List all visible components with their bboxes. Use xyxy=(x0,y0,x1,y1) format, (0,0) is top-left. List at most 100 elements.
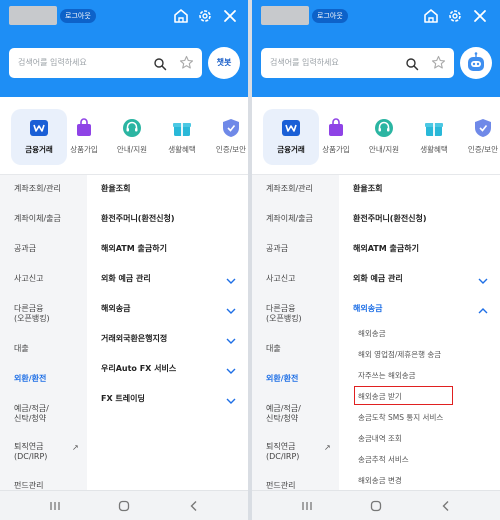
recent-apps-icon[interactable] xyxy=(300,499,314,513)
left-menu: 계좌조회/관리 계좌이체/출금 공과금 사고신고 다른금융 (오픈뱅킹) 대출 … xyxy=(252,175,339,490)
left-menu-item[interactable]: 다른금융 (오픈뱅킹) xyxy=(14,304,50,324)
screen-left: 로그아웃 검색어를 입력하세요 챗봇 금융거래 상품가입 안내/지원 생활혜택 … xyxy=(0,0,248,520)
logout-button[interactable]: 로그아웃 xyxy=(60,9,96,23)
menu-item[interactable]: 거래외국환은행지정 xyxy=(101,333,167,344)
home-icon[interactable] xyxy=(422,7,440,25)
highlight-box xyxy=(354,386,453,405)
gift-icon xyxy=(171,117,193,139)
search-icon[interactable] xyxy=(405,56,419,71)
headset-icon xyxy=(121,117,143,139)
gear-icon[interactable] xyxy=(196,7,214,25)
home-icon[interactable] xyxy=(172,7,190,25)
chevron-down-icon[interactable] xyxy=(478,277,488,285)
chevron-up-icon[interactable] xyxy=(478,307,488,315)
app-header: 로그아웃 검색어를 입력하세요 xyxy=(252,0,500,97)
chevron-down-icon[interactable] xyxy=(226,277,236,285)
submenu-item[interactable]: 해외송금 변경 xyxy=(358,475,402,486)
external-link-icon: ↗ xyxy=(72,443,79,452)
shield-icon xyxy=(220,117,242,139)
back-icon[interactable] xyxy=(187,499,201,513)
menu-item[interactable]: 환율조회 xyxy=(353,183,382,194)
user-name-box xyxy=(9,6,57,25)
left-menu-item[interactable]: 다른금융 (오픈뱅킹) xyxy=(266,304,302,324)
category-label: 인증/보안 xyxy=(467,145,499,154)
left-menu-item[interactable]: 대출 xyxy=(266,344,281,354)
submenu-item[interactable]: 송금도착 SMS 통지 서비스 xyxy=(358,412,443,423)
category-tab[interactable]: 인증/보안 xyxy=(203,109,248,165)
search-placeholder: 검색어를 입력하세요 xyxy=(270,58,339,67)
category-bar: 금융거래 상품가입 안내/지원 생활혜택 인증/보안 xyxy=(0,97,248,175)
star-icon[interactable] xyxy=(431,55,446,70)
close-icon[interactable] xyxy=(471,7,489,25)
menu-item[interactable]: 해외ATM 출금하기 xyxy=(353,243,419,254)
wallet-icon xyxy=(280,117,302,139)
shopping-bag-icon xyxy=(325,117,347,139)
system-nav-bar xyxy=(252,490,500,520)
left-menu-item[interactable]: 계좌이체/출금 xyxy=(266,214,313,224)
left-menu-item[interactable]: 공과금 xyxy=(14,244,36,254)
chatbot-robot-icon[interactable] xyxy=(460,47,492,79)
chatbot-button[interactable]: 챗봇 xyxy=(208,47,240,79)
user-name-box xyxy=(261,6,309,25)
left-menu-item[interactable]: 퇴직연금 (DC/IRP) xyxy=(14,442,47,462)
search-input[interactable]: 검색어를 입력하세요 xyxy=(9,48,202,78)
category-tab[interactable]: 안내/지원 xyxy=(356,109,412,165)
menu-item-expanded[interactable]: 해외송금 xyxy=(353,303,382,314)
menu-item[interactable]: 해외ATM 출금하기 xyxy=(101,243,167,254)
menu-item[interactable]: 외화 예금 관리 xyxy=(101,273,151,284)
left-menu-item[interactable]: 계좌조회/관리 xyxy=(266,184,313,194)
category-label: 인증/보안 xyxy=(215,145,247,154)
chevron-down-icon[interactable] xyxy=(226,337,236,345)
left-menu-item[interactable]: 사고신고 xyxy=(266,274,295,284)
logout-button[interactable]: 로그아웃 xyxy=(312,9,348,23)
left-menu-item[interactable]: 공과금 xyxy=(266,244,288,254)
left-menu-item[interactable]: 사고신고 xyxy=(14,274,43,284)
category-bar: 금융거래 상품가입 안내/지원 생활혜택 인증/보안 xyxy=(252,97,500,175)
left-menu-item[interactable]: 퇴직연금 (DC/IRP) xyxy=(266,442,299,462)
left-menu-item[interactable]: 계좌이체/출금 xyxy=(14,214,61,224)
category-tab[interactable]: 생활혜택 xyxy=(154,109,210,165)
wallet-icon xyxy=(28,117,50,139)
submenu-item[interactable]: 해외 영업점/제휴은행 송금 xyxy=(358,349,441,360)
shopping-bag-icon xyxy=(73,117,95,139)
menu-item[interactable]: 해외송금 xyxy=(101,303,130,314)
gear-icon[interactable] xyxy=(446,7,464,25)
star-icon[interactable] xyxy=(179,55,194,70)
chevron-down-icon[interactable] xyxy=(226,397,236,405)
shield-icon xyxy=(472,117,494,139)
search-placeholder: 검색어를 입력하세요 xyxy=(18,58,87,67)
screen-right: 로그아웃 검색어를 입력하세요 금융거래 상품가입 안내/지원 생활혜택 인증/… xyxy=(252,0,500,520)
submenu-item[interactable]: 송금추적 서비스 xyxy=(358,454,409,465)
external-link-icon: ↗ xyxy=(324,443,331,452)
menu-item[interactable]: FX 트레이딩 xyxy=(101,393,145,404)
home-button-icon[interactable] xyxy=(369,499,383,513)
left-menu-item[interactable]: 예금/적금/ 신탁/청약 xyxy=(266,404,301,424)
category-tab[interactable]: 인증/보안 xyxy=(455,109,500,165)
menu-item[interactable]: 환율조회 xyxy=(101,183,130,194)
category-tab[interactable]: 안내/지원 xyxy=(104,109,160,165)
menu-item[interactable]: 환전주머니(환전신청) xyxy=(353,213,427,224)
system-nav-bar xyxy=(0,490,248,520)
recent-apps-icon[interactable] xyxy=(48,499,62,513)
left-menu-item[interactable]: 예금/적금/ 신탁/청약 xyxy=(14,404,49,424)
home-button-icon[interactable] xyxy=(117,499,131,513)
left-menu-item[interactable]: 대출 xyxy=(14,344,29,354)
left-menu-item-active[interactable]: 외환/환전 xyxy=(14,374,46,384)
category-tab[interactable]: 생활혜택 xyxy=(406,109,462,165)
search-icon[interactable] xyxy=(153,56,167,71)
menu-item[interactable]: 우리Auto FX 서비스 xyxy=(101,363,176,374)
close-icon[interactable] xyxy=(221,7,239,25)
search-input[interactable]: 검색어를 입력하세요 xyxy=(261,48,454,78)
app-header: 로그아웃 검색어를 입력하세요 챗봇 xyxy=(0,0,248,97)
chevron-down-icon[interactable] xyxy=(226,367,236,375)
submenu-item[interactable]: 해외송금 xyxy=(358,328,386,339)
menu-item[interactable]: 외화 예금 관리 xyxy=(353,273,403,284)
headset-icon xyxy=(373,117,395,139)
chevron-down-icon[interactable] xyxy=(226,307,236,315)
back-icon[interactable] xyxy=(439,499,453,513)
submenu-item[interactable]: 송금내역 조회 xyxy=(358,433,402,444)
menu-item[interactable]: 환전주머니(환전신청) xyxy=(101,213,175,224)
left-menu-item-active[interactable]: 외환/환전 xyxy=(266,374,298,384)
left-menu-item[interactable]: 계좌조회/관리 xyxy=(14,184,61,194)
submenu-item[interactable]: 자주쓰는 해외송금 xyxy=(358,370,416,381)
